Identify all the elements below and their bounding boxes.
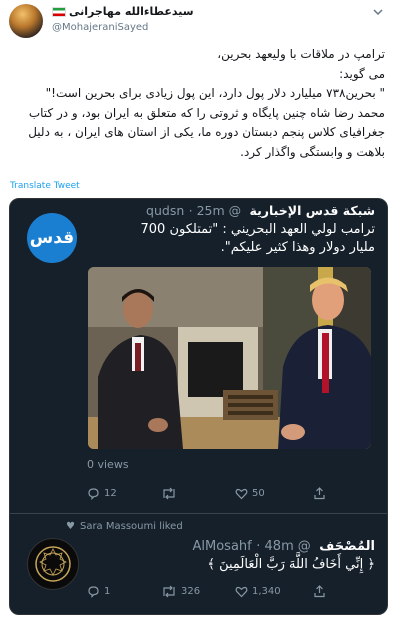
quoted-action-bar: 12 50: [87, 487, 332, 503]
tweet-line: جغرافیای کلاس پنجم دبستان دوره ما، یکی ا…: [28, 125, 385, 139]
heart-icon: ♥: [66, 521, 75, 532]
iran-flag-icon: [52, 7, 66, 17]
mosahf-text: ﴿ إِنِّي أَخَافُ اللَّهَ رَبَّ الْعَالَم…: [207, 557, 375, 572]
card-divider: [10, 513, 387, 514]
retweet-icon: [163, 487, 175, 500]
translate-tweet-link[interactable]: Translate Tweet: [10, 181, 80, 191]
share-icon: [314, 487, 325, 500]
tweet-line: می گوید:: [339, 66, 385, 81]
share-icon: [314, 585, 325, 598]
like-count: 1,340: [252, 586, 281, 597]
mosahf-name[interactable]: المُصْحَف: [319, 539, 375, 554]
like-button[interactable]: 50: [235, 487, 265, 500]
author-handle[interactable]: @MohajeraniSayed: [52, 22, 148, 33]
chevron-down-icon[interactable]: [371, 6, 385, 20]
share-button[interactable]: [313, 487, 326, 500]
retweet-count: 326: [181, 586, 201, 597]
reply-button[interactable]: 12: [87, 487, 117, 500]
retweet-button[interactable]: [161, 487, 181, 500]
like-button[interactable]: 1,340: [235, 585, 281, 598]
quoted-name[interactable]: شبكة قدس الإخبارية: [250, 203, 375, 218]
tweet-line: ترامپ در ملاقات با ولیعهد بحرین،: [217, 47, 385, 61]
video-player[interactable]: [88, 267, 371, 449]
reply-count: 1: [104, 586, 111, 597]
quoted-header: شبكة قدس الإخبارية @qudsn · 25m: [146, 203, 375, 218]
tweet-line: بلاهت و وابستگی واگذار کرد.: [240, 144, 385, 159]
quds-logo[interactable]: قدس: [27, 213, 77, 263]
tweet-header: سیدعطاءالله مهاجرانی @MohajeraniSayed: [0, 0, 395, 40]
author-avatar[interactable]: [9, 4, 43, 38]
liked-by-row: ♥ Sara Massoumi liked: [66, 521, 183, 532]
author-name[interactable]: سیدعطاءالله مهاجرانی: [69, 5, 194, 18]
mosahf-header: المُصْحَف @AlMosahf · 48m: [193, 539, 376, 554]
author-name-row[interactable]: سیدعطاءالله مهاجرانی: [52, 5, 194, 18]
share-button[interactable]: [313, 585, 326, 598]
heart-icon: [235, 488, 248, 500]
heart-icon: [235, 586, 248, 598]
retweet-icon: [163, 585, 175, 598]
reply-icon: [88, 586, 99, 598]
tweet-line: " بحرین۷۳۸ میلیارد دلار پول دارد، این پو…: [45, 86, 385, 100]
reply-icon: [88, 488, 99, 500]
quoted-time: · 25m: [188, 203, 225, 218]
tweet-line: محمد رضا شاه چنین پایگاه و ثروتی را که م…: [28, 105, 385, 120]
tweet-body: ترامپ در ملاقات با ولیعهد بحرین، می گوید…: [10, 45, 385, 162]
quoted-text-line: مليار دولار وهذا كثير عليكم".: [220, 240, 375, 255]
reply-button[interactable]: 1: [87, 585, 110, 598]
mosahf-time: · 48m: [256, 539, 294, 554]
liked-by-text[interactable]: Sara Massoumi liked: [80, 521, 183, 532]
like-count: 50: [252, 488, 265, 499]
quoted-text: ترامب لولي العهد البحريني : "تمتلكون 700…: [95, 221, 376, 257]
mosahf-action-bar: 1 326 1,340: [87, 585, 332, 601]
retweet-button[interactable]: 326: [161, 585, 200, 598]
quoted-text-line: ترامب لولي العهد البحريني : "تمتلكون 700: [140, 222, 376, 237]
video-views: 0 views: [87, 458, 129, 471]
video-frame-image: [88, 267, 371, 449]
reply-count: 12: [104, 488, 117, 499]
mosahf-logo[interactable]: [27, 538, 79, 590]
embedded-screenshot-card: قدس شبكة قدس الإخبارية @qudsn · 25m ترام…: [9, 198, 388, 615]
